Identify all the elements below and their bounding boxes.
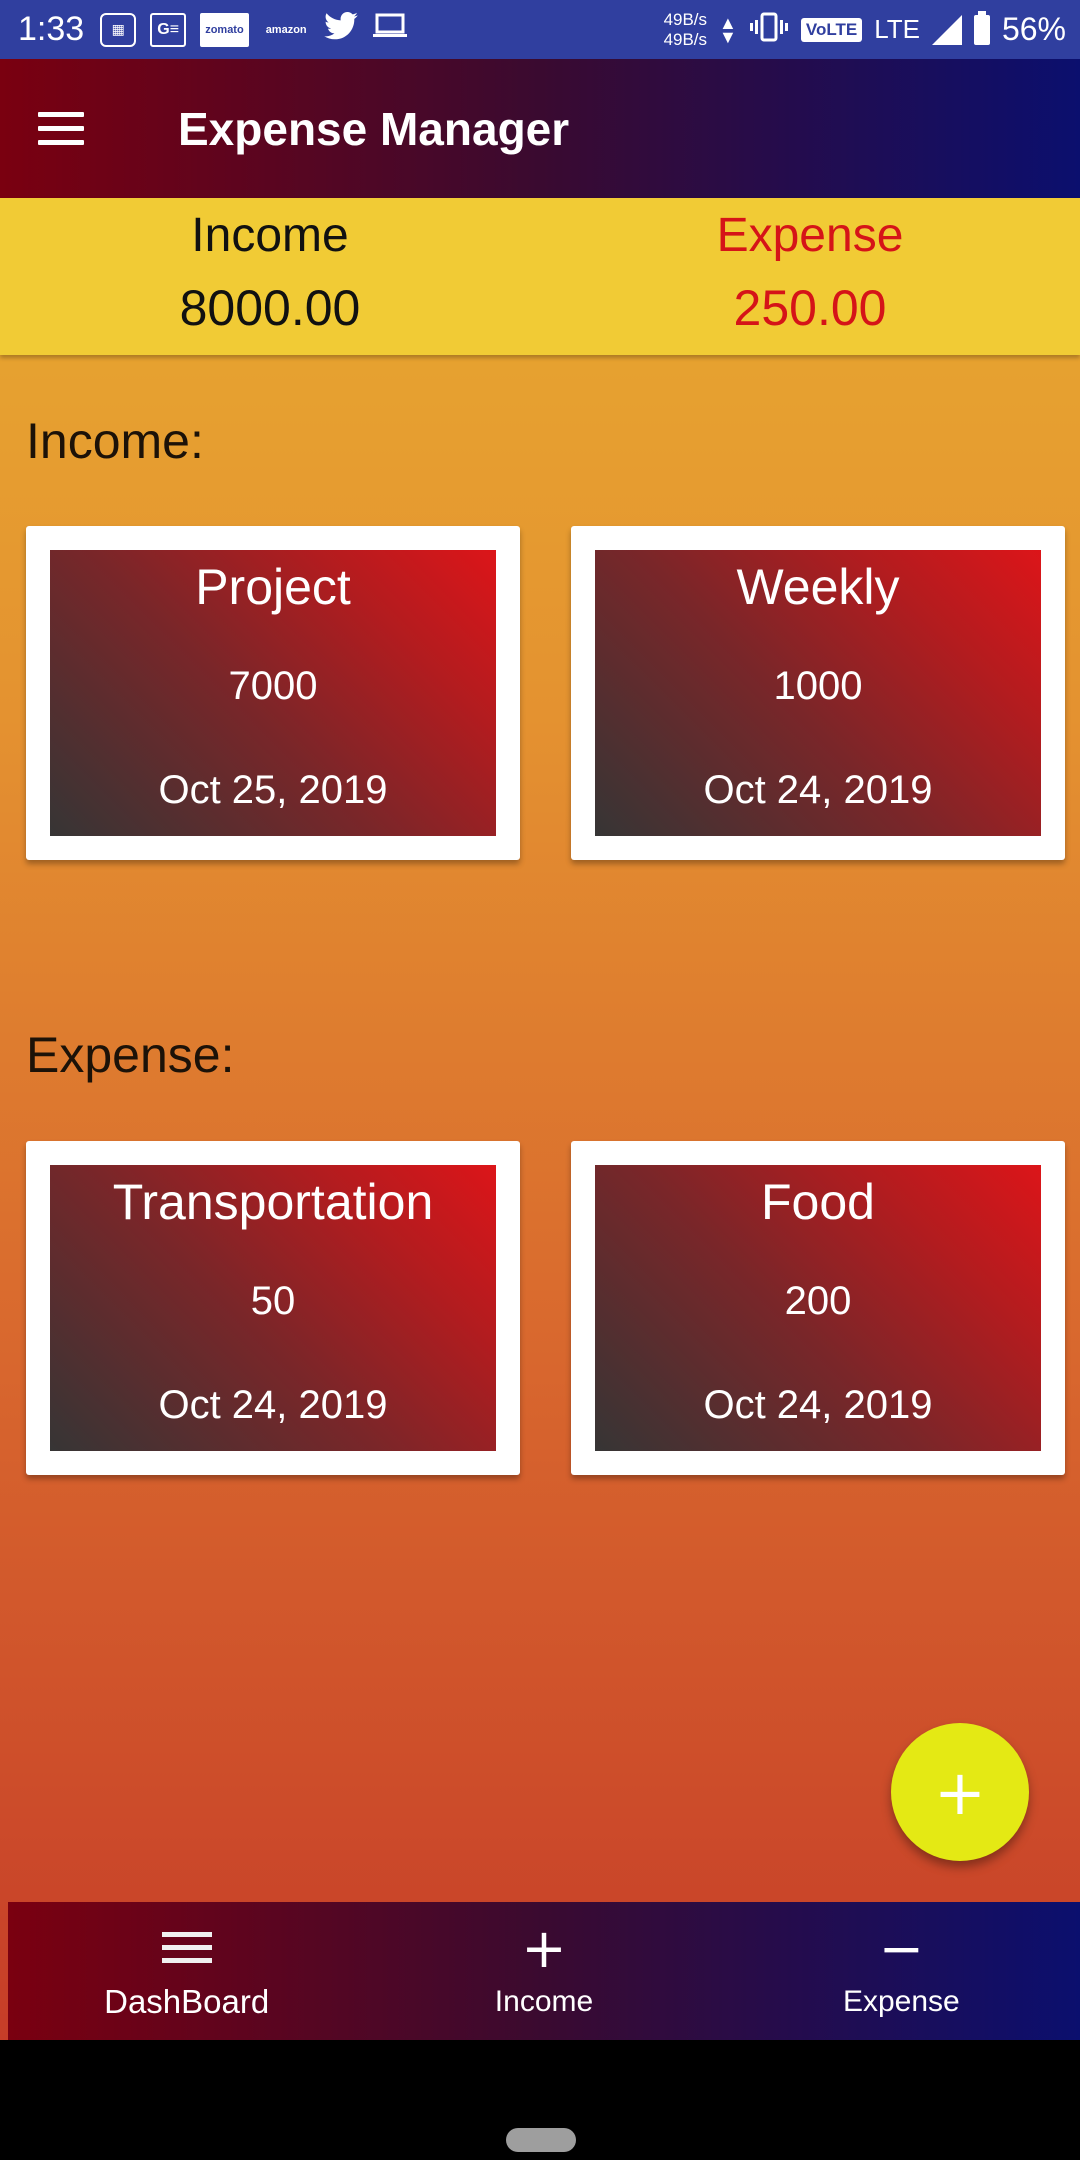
card-content: Project 7000 Oct 25, 2019 [50, 550, 496, 836]
card-content: Food 200 Oct 24, 2019 [595, 1165, 1041, 1451]
income-summary: Income 8000.00 [0, 198, 540, 355]
income-card[interactable]: Project 7000 Oct 25, 2019 [26, 526, 520, 860]
app-bar: Expense Manager [0, 59, 1080, 198]
expense-card[interactable]: Food 200 Oct 24, 2019 [571, 1141, 1065, 1475]
expense-summary-label: Expense [716, 209, 904, 262]
nav-label: DashBoard [104, 1983, 270, 2020]
card-amount: 7000 [228, 664, 318, 708]
app-title: Expense Manager [178, 102, 570, 155]
network-speed: 49B/s 49B/s [663, 9, 708, 49]
nav-item-expense[interactable]: − Expense [723, 1902, 1080, 2040]
expense-total: 250.00 [733, 280, 887, 336]
card-date: Oct 24, 2019 [158, 1383, 388, 1427]
amazon-icon: amazon [265, 23, 307, 36]
bottom-navigation: DashBoard + Income − Expense [8, 1902, 1080, 2040]
expense-card[interactable]: Transportation 50 Oct 24, 2019 [26, 1141, 520, 1475]
laptop-icon [372, 13, 408, 46]
dashboard-lines-icon [161, 1921, 212, 1973]
nav-label: Income [494, 1985, 594, 2018]
twitter-icon [323, 12, 358, 47]
card-amount: 50 [250, 1279, 296, 1323]
status-time: 1:33 [18, 10, 85, 48]
battery-icon [973, 10, 990, 45]
add-fab-button[interactable]: + [891, 1723, 1029, 1861]
zomato-icon: zomato [200, 12, 249, 47]
card-content: Transportation 50 Oct 24, 2019 [50, 1165, 496, 1451]
card-title: Transportation [112, 1174, 434, 1230]
card-title: Food [761, 1174, 875, 1230]
plus-icon: + [934, 1755, 986, 1829]
ge-icon: G≡ [150, 12, 187, 47]
app-screen: 1:33 ▦ G≡ zomato amazon 49B/s 49B/s ▲ ▼ V… [0, 0, 1080, 2040]
income-section-title: Income: [26, 413, 204, 469]
card-title: Weekly [736, 559, 900, 615]
battery-percent: 56% [1001, 11, 1066, 47]
card-date: Oct 25, 2019 [158, 768, 388, 812]
card-amount: 1000 [773, 664, 863, 708]
status-bar: 1:33 ▦ G≡ zomato amazon 49B/s 49B/s ▲ ▼ V… [0, 0, 1080, 59]
home-pill[interactable] [506, 2128, 576, 2152]
calculator-icon: ▦ [100, 12, 137, 47]
data-arrows-icon: ▲ ▼ [719, 12, 737, 47]
nav-item-dashboard[interactable]: DashBoard [8, 1902, 365, 2040]
volte-badge: VoLTE [800, 17, 863, 42]
summary-panel: Income 8000.00 Expense 250.00 [0, 198, 1080, 355]
minus-icon: − [878, 1917, 924, 1980]
nav-label: Expense [842, 1985, 960, 2018]
nav-item-income[interactable]: + Income [365, 1902, 722, 2040]
card-date: Oct 24, 2019 [703, 768, 933, 812]
hamburger-menu-icon[interactable] [38, 99, 98, 159]
expense-summary: Expense 250.00 [540, 198, 1080, 355]
income-card[interactable]: Weekly 1000 Oct 24, 2019 [571, 526, 1065, 860]
status-right: 49B/s 49B/s ▲ ▼ VoLTE LTE 56% [664, 10, 1066, 50]
card-title: Project [195, 559, 351, 615]
card-date: Oct 24, 2019 [703, 1383, 933, 1427]
plus-icon: + [521, 1917, 567, 1980]
network-type: LTE [874, 14, 920, 44]
card-content: Weekly 1000 Oct 24, 2019 [595, 550, 1041, 836]
card-amount: 200 [784, 1279, 852, 1323]
signal-icon [931, 14, 962, 45]
expense-section-title: Expense: [26, 1027, 235, 1083]
income-total: 8000.00 [179, 280, 361, 336]
income-summary-label: Income [191, 209, 349, 262]
notification-icons: ▦ G≡ zomato amazon [100, 12, 407, 47]
system-navigation-bar [0, 2040, 1080, 2160]
vibrate-icon [749, 12, 789, 47]
